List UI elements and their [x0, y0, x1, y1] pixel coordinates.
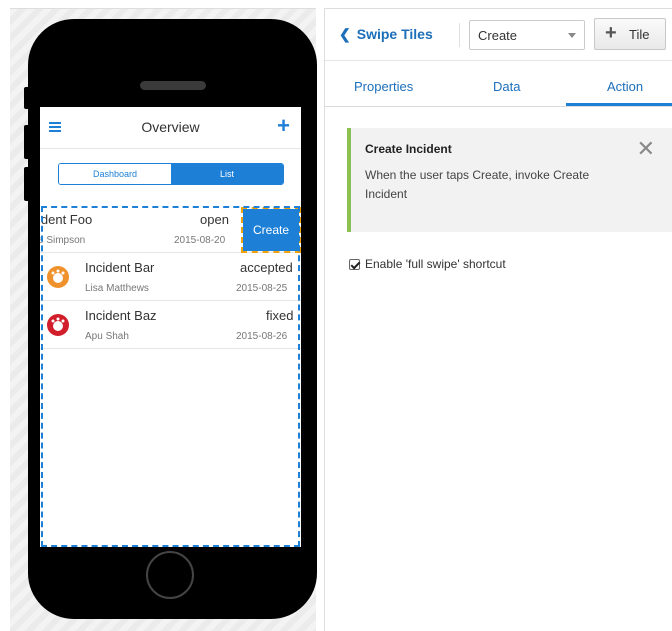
- item-title: ident Foo: [40, 212, 93, 227]
- item-person: Lisa Matthews: [85, 283, 149, 294]
- item-status: open: [200, 212, 229, 227]
- item-status: accepted: [240, 260, 293, 275]
- item-date: 2015-08-25: [236, 283, 288, 294]
- callout-text: When the user taps Create, invoke Create…: [365, 168, 590, 201]
- add-icon[interactable]: +: [277, 115, 290, 137]
- phone-side-button: [24, 167, 30, 201]
- chevron-left-icon: ❮: [339, 26, 351, 42]
- app-nav-bar: Overview +: [40, 107, 301, 149]
- red-gauge-icon: [47, 314, 69, 336]
- item-status: fixed: [266, 308, 294, 323]
- back-label: Swipe Tiles: [356, 26, 433, 42]
- callout-title: Create Incident: [365, 142, 452, 156]
- phone-side-button: [24, 87, 30, 109]
- chevron-down-icon: [568, 33, 576, 38]
- panel-header: ❮ Swipe Tiles Create + Tile: [325, 9, 672, 61]
- plus-icon: +: [605, 22, 617, 44]
- phone-home-button: [146, 551, 194, 599]
- item-title: Incident Baz: [85, 308, 157, 323]
- full-swipe-option[interactable]: Enable 'full swipe' shortcut: [349, 257, 506, 271]
- properties-panel: ❮ Swipe Tiles Create + Tile Properties Da…: [324, 8, 672, 631]
- item-person: Apu Shah: [85, 331, 129, 342]
- select-value: Create: [478, 28, 518, 43]
- full-swipe-checkbox[interactable]: [349, 259, 360, 271]
- active-tab-indicator: [566, 103, 672, 106]
- view-segmented-control: Dashboard List: [58, 163, 284, 185]
- tile-button-label: Tile: [629, 27, 650, 42]
- app-root: Overview + Dashboard List ident Foo open…: [0, 0, 672, 631]
- list-item[interactable]: Incident Bar accepted Lisa Matthews 2015…: [40, 254, 301, 301]
- create-swipe-action[interactable]: Create: [241, 207, 301, 253]
- phone-side-button: [24, 125, 30, 159]
- tab-properties[interactable]: Properties: [354, 79, 413, 94]
- back-button[interactable]: ❮ Swipe Tiles: [339, 26, 433, 43]
- nav-title: Overview: [141, 119, 200, 135]
- tab-data[interactable]: Data: [493, 79, 520, 94]
- phone-screen: Overview + Dashboard List ident Foo open…: [40, 107, 301, 547]
- phone-speaker: [140, 81, 206, 90]
- action-callout: Create Incident When the user taps Creat…: [347, 128, 672, 232]
- item-person: e Simpson: [40, 235, 86, 246]
- item-title: Incident Bar: [85, 260, 155, 275]
- add-tile-button[interactable]: + Tile: [594, 18, 666, 50]
- segment-dashboard[interactable]: Dashboard: [59, 164, 171, 184]
- tab-action[interactable]: Action: [607, 79, 643, 94]
- item-date: 2015-08-26: [236, 331, 288, 342]
- header-divider: [459, 23, 460, 47]
- action-select[interactable]: Create: [469, 20, 585, 50]
- panel-tabs: Properties Data Action: [325, 71, 672, 107]
- item-date: 2015-08-20: [174, 235, 226, 246]
- checkbox-label: Enable 'full swipe' shortcut: [365, 257, 506, 271]
- orange-gauge-icon: [47, 266, 69, 288]
- close-icon[interactable]: ✕: [637, 138, 655, 160]
- list-item[interactable]: Incident Baz fixed Apu Shah 2015-08-26: [40, 302, 301, 349]
- segment-list[interactable]: List: [171, 164, 283, 184]
